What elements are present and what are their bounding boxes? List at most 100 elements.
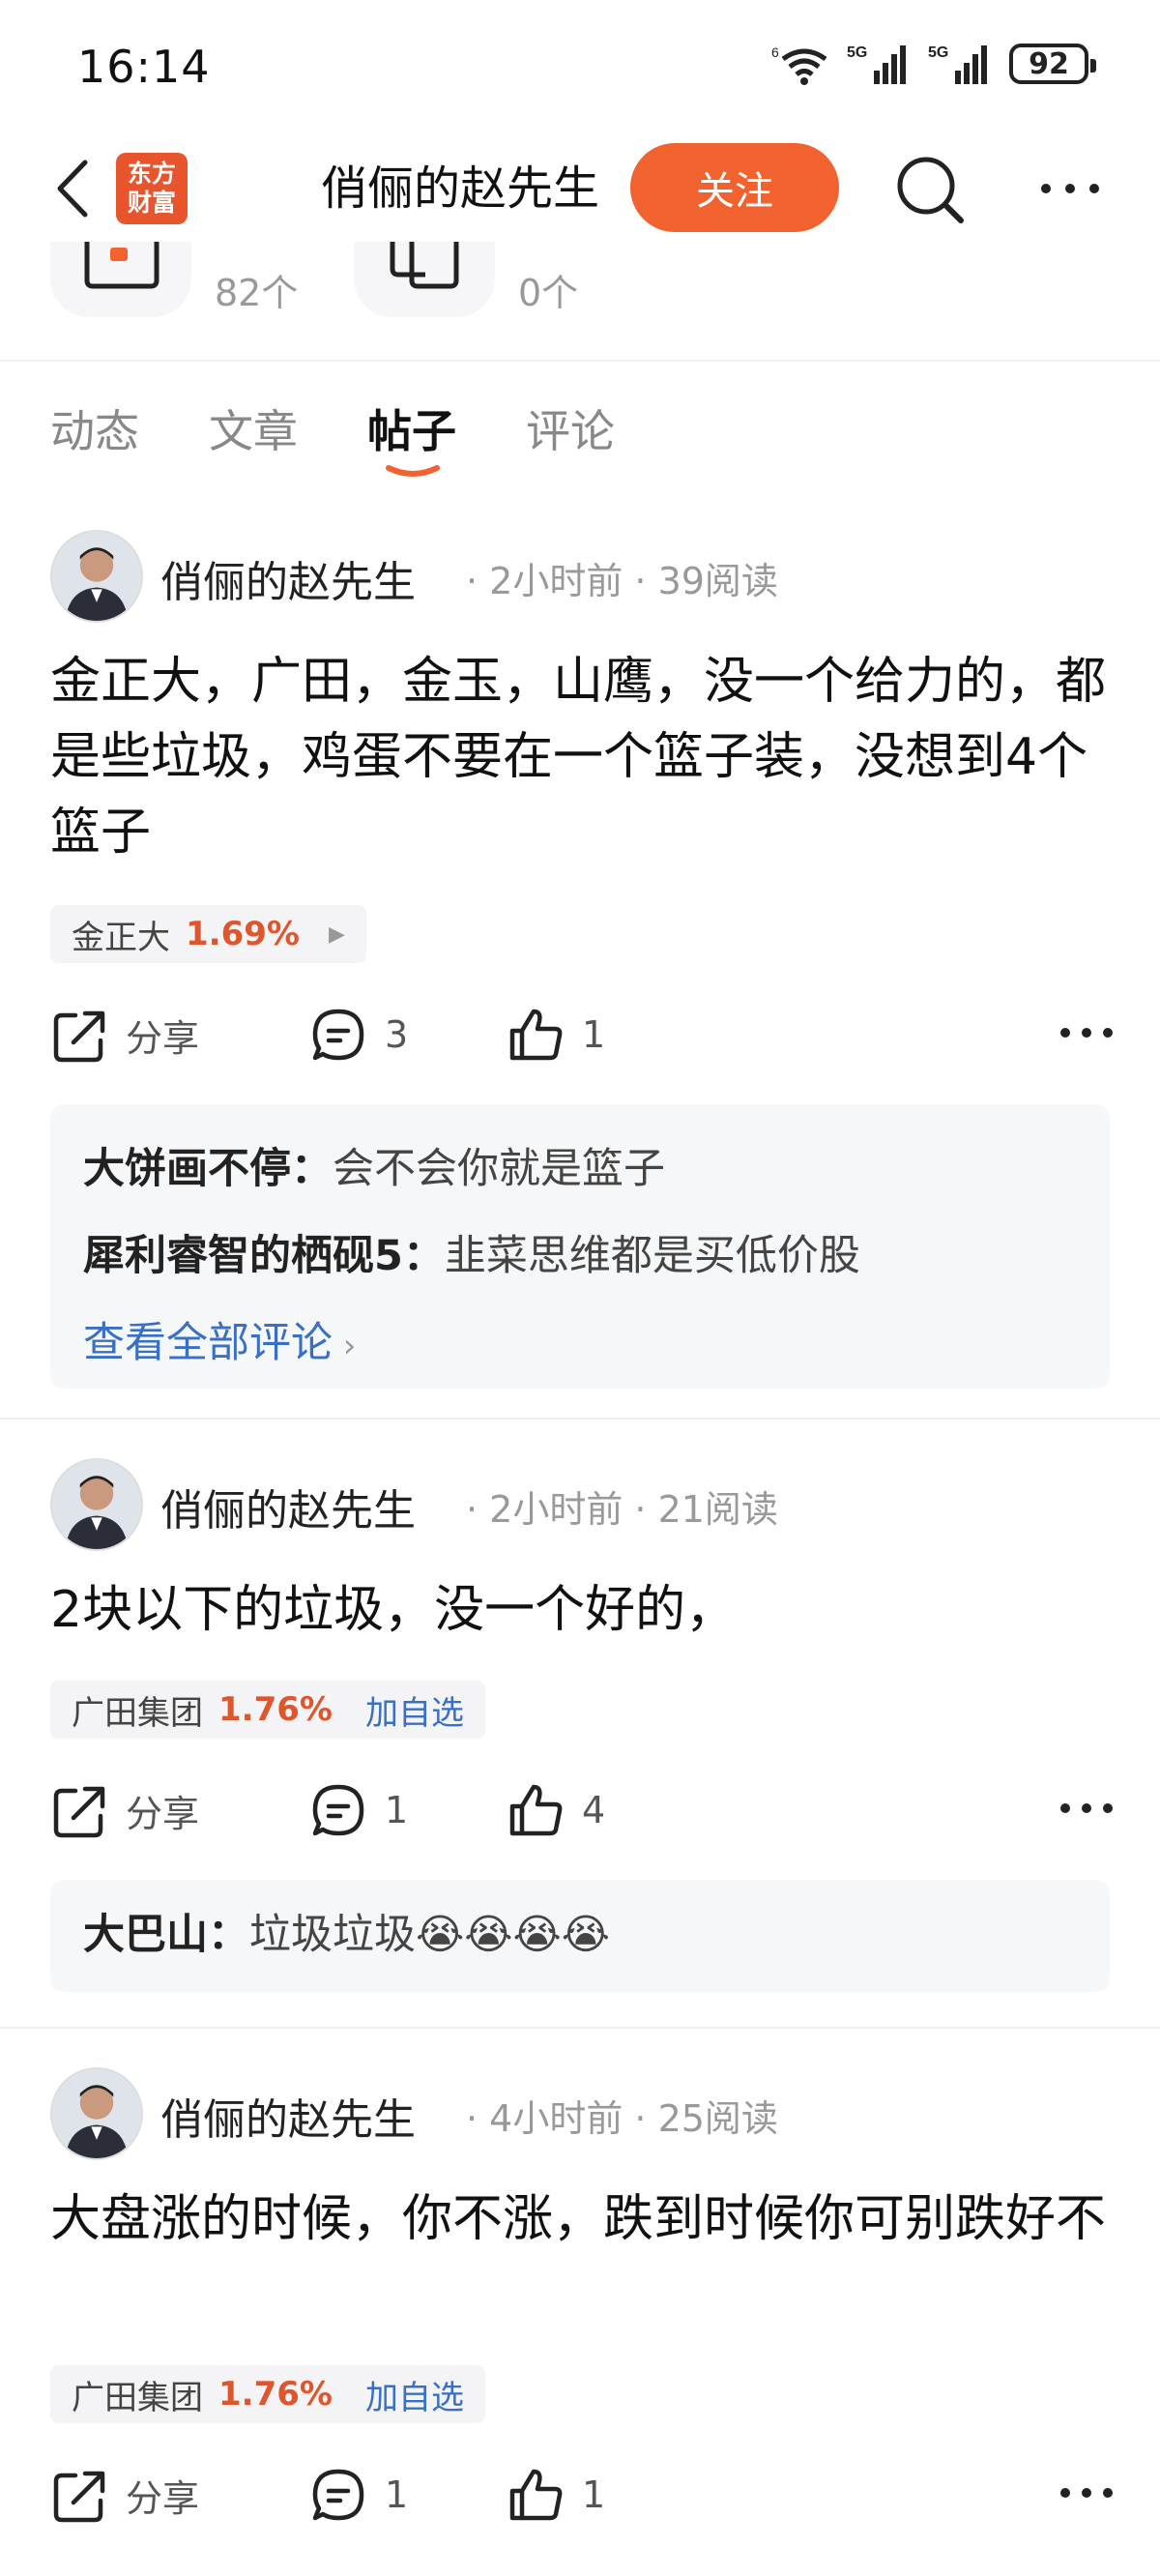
see-all-comments-link[interactable]: 查看全部评论 › — [83, 1300, 1077, 1390]
svg-text:5G: 5G — [928, 44, 948, 61]
tab-posts[interactable]: 帖子 — [367, 396, 456, 460]
search-icon[interactable] — [893, 153, 967, 226]
add-watchlist-link[interactable]: 加自选 — [365, 1686, 464, 1734]
stock-tag[interactable]: 广田集团 1.76% 加自选 — [50, 1681, 485, 1739]
share-button[interactable]: 分享 — [50, 2466, 199, 2524]
comments-preview[interactable]: 大饼画不停：会不会你就是篮子 犀利睿智的栖砚5：韭菜思维都是买低价股 查看全部评… — [50, 1104, 1110, 1389]
avatar-image — [52, 1460, 141, 1549]
tab-articles[interactable]: 文章 — [209, 396, 298, 460]
tab-dynamics[interactable]: 动态 — [50, 396, 139, 460]
status-time: 16:14 — [77, 41, 211, 93]
like-count: 1 — [582, 1013, 606, 1056]
comment-user[interactable]: 大巴山： — [83, 1911, 249, 1959]
comment-item[interactable]: 大巴山：垃圾垃圾😭😭😭😭 — [83, 1891, 1077, 1978]
post-meta: · 4小时前 · 25阅读 — [466, 2097, 778, 2140]
stock-name: 金正大 — [72, 918, 170, 957]
post-header: 俏俪的赵先生 · 4小时前 · 25阅读 — [50, 2067, 1114, 2160]
see-all-label: 查看全部评论 — [83, 1319, 333, 1367]
battery-level: 92 — [1029, 46, 1069, 81]
stock-name: 广田集团 — [72, 2378, 203, 2417]
comment-button[interactable]: 3 — [309, 1006, 408, 1064]
share-button[interactable]: 分享 — [50, 1006, 199, 1064]
comment-icon — [312, 2469, 364, 2521]
avatar-image — [52, 2069, 141, 2158]
comment-item[interactable]: 大饼画不停：会不会你就是篮子 — [83, 1126, 1077, 1213]
page-title: 俏俪的赵先生 — [321, 161, 600, 216]
author-name[interactable]: 俏俪的赵先生 — [160, 547, 416, 609]
post-header: 俏俪的赵先生 · 2小时前 · 21阅读 — [50, 1458, 1114, 1551]
post-more-icon[interactable] — [1059, 2483, 1114, 2503]
share-label: 分享 — [126, 1792, 200, 1835]
stock-name: 广田集团 — [72, 1693, 203, 1733]
comment-count: 1 — [385, 2474, 409, 2516]
stat-tile-follow[interactable] — [354, 242, 495, 317]
avatar[interactable] — [50, 530, 143, 623]
comment-button[interactable]: 1 — [309, 1781, 408, 1839]
caret-right-icon: ▶ — [328, 922, 345, 947]
share-icon — [53, 1010, 105, 1063]
post-card[interactable]: 俏俪的赵先生 · 4小时前 · 25阅读 大盘涨的时候，你不涨，跌到时候你可别跌… — [0, 2067, 1160, 2576]
divider — [0, 1418, 1160, 1420]
author-name[interactable]: 俏俪的赵先生 — [160, 1476, 416, 1537]
post-text[interactable]: 金正大，广田，金玉，山鹰，没一个给力的，都是些垃圾，鸡蛋不要在一个篮子装，没想到… — [50, 644, 1114, 870]
share-icon — [53, 2471, 105, 2523]
like-button[interactable]: 4 — [507, 1781, 605, 1839]
comment-item[interactable]: 犀利睿智的栖砚5：韭菜思维都是买低价股 — [83, 1213, 1077, 1300]
comment-icon — [312, 1009, 364, 1061]
nav-bar: 东方 财富 俏俪的赵先生 关注 — [0, 135, 1160, 242]
post-card[interactable]: 俏俪的赵先生 · 2小时前 · 39阅读 金正大，广田，金玉，山鹰，没一个给力的… — [0, 530, 1160, 1420]
post-header: 俏俪的赵先生 · 2小时前 · 39阅读 — [50, 530, 1114, 623]
stock-change: 1.69% — [186, 915, 300, 953]
signal-5g-icon-2: 5G — [928, 44, 987, 84]
stat-tile-fans[interactable] — [50, 242, 191, 317]
signal-5g-icon: 5G — [847, 44, 906, 84]
post-more-icon[interactable] — [1059, 1023, 1114, 1042]
battery-icon: 92 — [1009, 44, 1096, 84]
stock-change: 1.76% — [218, 1690, 333, 1729]
chevron-right-icon: › — [333, 1327, 357, 1365]
thumbs-up-icon — [509, 2469, 563, 2521]
share-button[interactable]: 分享 — [50, 1781, 199, 1839]
post-text[interactable]: 大盘涨的时候，你不涨，跌到时候你可别跌好不 — [50, 2181, 1114, 2257]
comment-count: 3 — [385, 1013, 409, 1056]
post-actions: 分享 3 1 — [50, 998, 1114, 1075]
post-text[interactable]: 2块以下的垃圾，没一个好的， — [50, 1572, 1114, 1648]
svg-text:5G: 5G — [847, 44, 867, 61]
stock-change: 1.76% — [218, 2375, 333, 2414]
like-button[interactable]: 1 — [507, 2466, 605, 2524]
comment-button[interactable]: 1 — [309, 2466, 408, 2524]
add-watchlist-link[interactable]: 加自选 — [365, 2371, 464, 2418]
more-icon[interactable] — [1038, 174, 1102, 203]
stat-count-fans: 82个 — [215, 272, 299, 314]
svg-text:6: 6 — [771, 44, 779, 60]
comment-icon — [312, 1784, 364, 1836]
stat-icon-2 — [390, 242, 459, 289]
logo-line-2: 财富 — [127, 189, 176, 217]
comment-user[interactable]: 大饼画不停： — [83, 1145, 333, 1193]
comment-user[interactable]: 犀利睿智的栖砚5： — [83, 1232, 445, 1280]
app-logo[interactable]: 东方 财富 — [116, 153, 188, 224]
stat-count-follow: 0个 — [518, 272, 579, 314]
tab-bar: 动态 文章 帖子 评论 — [0, 364, 1160, 480]
tab-comments[interactable]: 评论 — [526, 396, 615, 460]
share-label: 分享 — [126, 1016, 200, 1060]
thumbs-up-icon — [509, 1009, 563, 1061]
avatar[interactable] — [50, 2067, 143, 2160]
follow-button[interactable]: 关注 — [630, 143, 839, 232]
back-icon[interactable] — [48, 157, 97, 220]
comment-text: 会不会你就是篮子 — [333, 1145, 665, 1193]
tab-active-indicator — [386, 465, 440, 477]
comments-preview[interactable]: 大巴山：垃圾垃圾😭😭😭😭 — [50, 1880, 1110, 1992]
logo-line-1: 东方 — [127, 160, 176, 188]
stats-row: 82个 0个 — [0, 242, 1160, 362]
post-card[interactable]: 俏俪的赵先生 · 2小时前 · 21阅读 2块以下的垃圾，没一个好的， 广田集团… — [0, 1458, 1160, 2000]
comment-text: 韭菜思维都是买低价股 — [444, 1232, 860, 1280]
share-label: 分享 — [126, 2476, 200, 2520]
status-icons: 6 5G 5G 92 — [771, 39, 1096, 89]
like-button[interactable]: 1 — [507, 1006, 605, 1064]
avatar[interactable] — [50, 1458, 143, 1551]
stock-tag[interactable]: 广田集团 1.76% 加自选 — [50, 2365, 485, 2423]
author-name[interactable]: 俏俪的赵先生 — [160, 2085, 416, 2147]
post-more-icon[interactable] — [1059, 1799, 1114, 1818]
stock-tag[interactable]: 金正大 1.69% ▶ — [50, 905, 366, 963]
